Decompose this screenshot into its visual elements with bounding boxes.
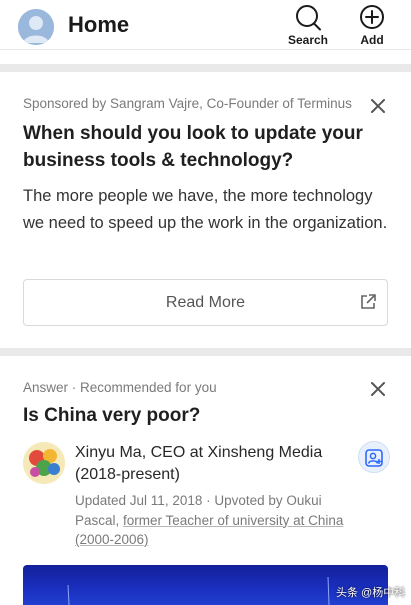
answer-image[interactable] [23,565,388,605]
read-more-label: Read More [165,294,246,311]
add-button[interactable]: Add [348,4,396,48]
read-more-button[interactable]: Read More [23,279,388,326]
add-label: Add [360,33,384,47]
search-icon [296,5,321,31]
follow-author-button[interactable] [358,441,390,473]
profile-avatar[interactable] [18,9,54,45]
feed-separator [0,64,411,72]
feed-separator [0,348,411,356]
answer-update-info: Updated Jul 11, 2018 · Upvoted by Oukui … [75,491,365,550]
close-icon[interactable] [368,96,388,116]
author-avatar[interactable] [23,442,65,484]
ad-headline[interactable]: When should you look to update your busi… [23,120,393,174]
watermark: 头条 @杨中科 [336,587,406,599]
top-app-bar: Home Search Add [0,0,411,50]
question-title[interactable]: Is China very poor? [23,405,200,427]
search-button[interactable]: Search [284,4,332,48]
plus-circle-icon [360,5,384,29]
ad-body-text: The more people we have, the more techno… [23,187,388,232]
add-person-icon [365,449,383,467]
answer-meta: Answer · Recommended for you [23,380,217,395]
author-credential[interactable]: Xinyu Ma, CEO at Xinsheng Media (2018-pr… [75,442,355,486]
external-link-icon [361,294,376,309]
close-icon[interactable] [368,379,388,399]
sponsor-line: Sponsored by Sangram Vajre, Co-Founder o… [23,96,352,111]
search-label: Search [287,33,329,47]
page-title: Home [68,12,130,37]
